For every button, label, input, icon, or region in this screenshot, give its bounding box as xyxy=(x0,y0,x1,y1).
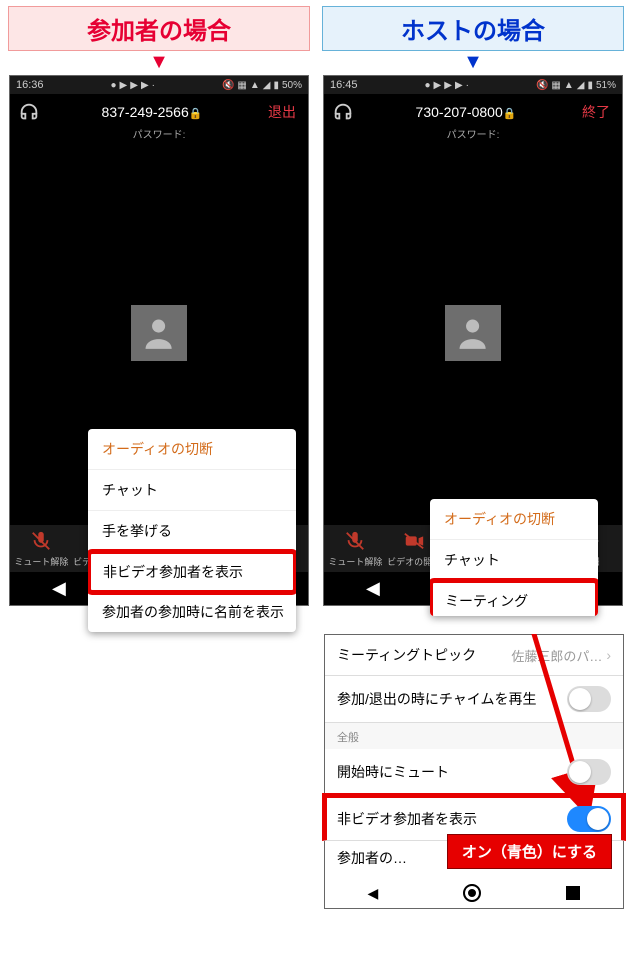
video-area: オーディオの切断 チャット ミーティング xyxy=(324,145,622,525)
toggle-show-nonvideo[interactable] xyxy=(567,806,611,832)
password-label: パスワード: xyxy=(324,126,622,141)
status-icons-left: ●▶▶▶· xyxy=(110,80,155,91)
meeting-header: 837-249-2566🔒 退出 xyxy=(10,94,308,126)
battery-percent: 51% xyxy=(596,80,616,91)
caption-on-blue: オン（青色）にする xyxy=(447,834,612,869)
back-icon[interactable]: ◀ xyxy=(368,885,379,902)
section-general: 全般 xyxy=(325,723,623,749)
exit-button[interactable]: 退出 xyxy=(264,100,300,124)
menu-chat[interactable]: チャット xyxy=(88,470,296,511)
toggle-chime[interactable] xyxy=(567,686,611,712)
more-menu: オーディオの切断 チャット ミーティング xyxy=(430,499,598,616)
menu-raise-hand[interactable]: 手を挙げる xyxy=(88,511,296,552)
title-left: 参加者の場合 xyxy=(8,6,310,51)
status-bar: 16:36 ●▶▶▶· 🔇▦▲◢▮ 50% xyxy=(10,76,308,94)
android-navbar: ◀ xyxy=(325,878,623,908)
headset-icon[interactable] xyxy=(332,101,354,123)
password-label: パスワード: xyxy=(10,126,308,141)
battery-percent: 50% xyxy=(282,80,302,91)
arrow-down-red-icon: ▼ xyxy=(149,51,169,73)
avatar-placeholder xyxy=(445,305,501,361)
lock-icon: 🔒 xyxy=(189,108,203,120)
status-icons-right: 🔇▦▲◢▮ 51% xyxy=(536,80,616,91)
back-icon[interactable]: ◀ xyxy=(52,578,66,599)
meeting-id: 730-207-0800 xyxy=(416,104,503,120)
menu-audio-disconnect[interactable]: オーディオの切断 xyxy=(430,499,598,540)
mic-off-icon xyxy=(343,529,367,553)
status-icons-left: ●▶▶▶· xyxy=(424,80,469,91)
lock-icon: 🔒 xyxy=(503,108,517,120)
clock: 16:45 xyxy=(330,79,358,91)
setting-meeting-topic[interactable]: ミーティングトピック 佐藤三郎のパ… › xyxy=(325,635,623,676)
topic-value: 佐藤三郎のパ… xyxy=(511,646,602,665)
more-menu: オーディオの切断 チャット 手を挙げる 非ビデオ参加者を表示 参加者の参加時に名… xyxy=(88,429,296,632)
status-bar: 16:45 ●▶▶▶· 🔇▦▲◢▮ 51% xyxy=(324,76,622,94)
back-icon[interactable]: ◀ xyxy=(366,578,380,599)
arrow-down-blue-icon: ▼ xyxy=(463,51,483,73)
phone-right: 16:45 ●▶▶▶· 🔇▦▲◢▮ 51% 730-207-0800🔒 終了 xyxy=(323,75,623,606)
meeting-id: 837-249-2566 xyxy=(102,104,189,120)
setting-mute-on-start[interactable]: 開始時にミュート xyxy=(325,749,623,796)
mute-button[interactable]: ミュート解除 xyxy=(326,529,384,568)
setting-chime[interactable]: 参加/退出の時にチャイムを再生 xyxy=(325,676,623,723)
video-off-icon xyxy=(402,529,426,553)
home-icon[interactable] xyxy=(463,884,481,902)
toggle-mute-on-start[interactable] xyxy=(567,759,611,785)
recent-icon[interactable] xyxy=(566,886,580,900)
clock: 16:36 xyxy=(16,79,44,91)
video-area: オーディオの切断 チャット 手を挙げる 非ビデオ参加者を表示 参加者の参加時に名… xyxy=(10,145,308,525)
menu-show-name-on-join[interactable]: 参加者の参加時に名前を表示 xyxy=(88,592,296,632)
end-button[interactable]: 終了 xyxy=(578,100,614,124)
chevron-right-icon: › xyxy=(606,647,611,663)
status-icons-right: 🔇▦▲◢▮ 50% xyxy=(222,80,302,91)
phone-left: 16:36 ●▶▶▶· 🔇▦▲◢▮ 50% 837-249-2566🔒 退出 xyxy=(9,75,309,606)
menu-show-nonvideo[interactable]: 非ビデオ参加者を表示 xyxy=(88,549,296,595)
menu-chat[interactable]: チャット xyxy=(430,540,598,581)
title-right: ホストの場合 xyxy=(322,6,624,51)
meeting-header: 730-207-0800🔒 終了 xyxy=(324,94,622,126)
mic-off-icon xyxy=(29,529,53,553)
menu-audio-disconnect[interactable]: オーディオの切断 xyxy=(88,429,296,470)
avatar-placeholder xyxy=(131,305,187,361)
mute-button[interactable]: ミュート解除 xyxy=(12,529,70,568)
menu-meeting[interactable]: ミーティング xyxy=(430,578,598,616)
headset-icon[interactable] xyxy=(18,101,40,123)
